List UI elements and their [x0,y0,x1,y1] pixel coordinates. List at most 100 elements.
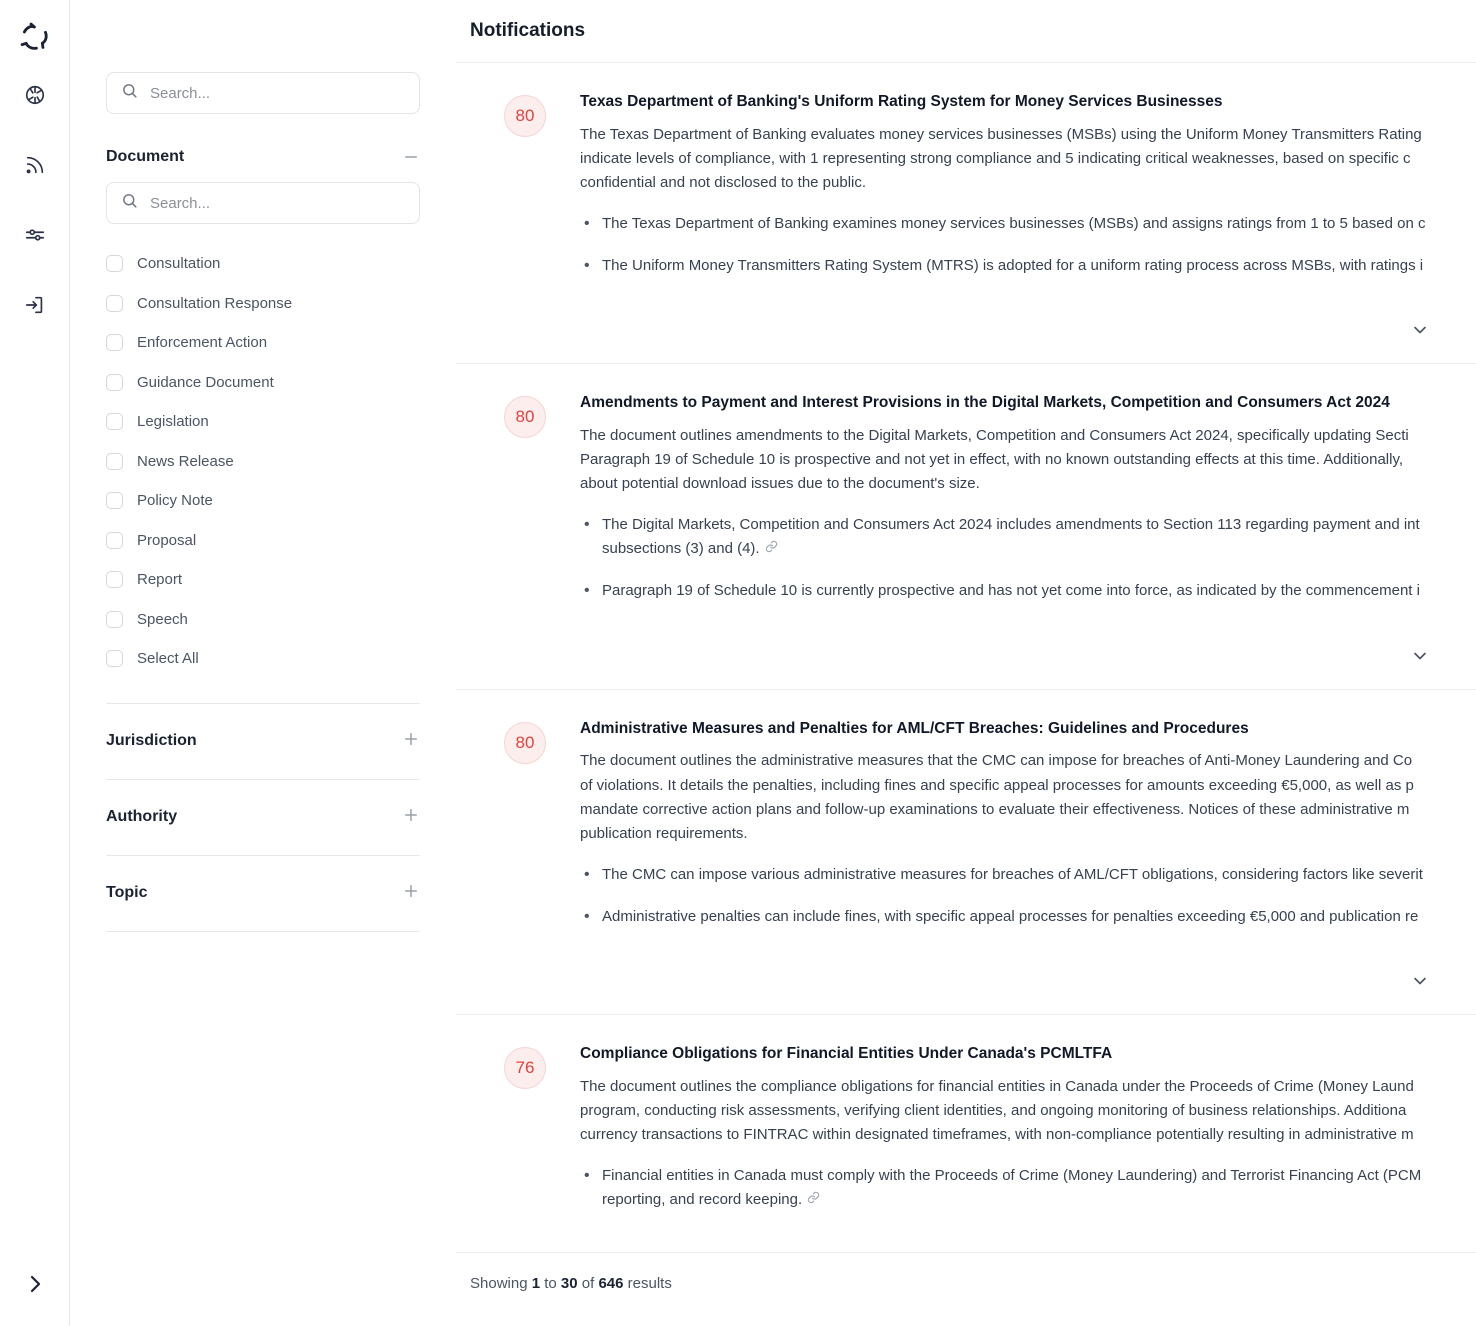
notification-summary: The Texas Department of Banking evaluate… [580,123,1476,196]
notification-body: Amendments to Payment and Interest Provi… [580,392,1476,621]
checkbox[interactable] [106,294,123,312]
notification-title[interactable]: Amendments to Payment and Interest Provi… [580,392,1476,414]
notification-bullets: Financial entities in Canada must comply… [580,1163,1476,1213]
document-option[interactable]: Proposal [106,521,420,561]
bullet-line: The CMC can impose various administrativ… [602,865,1423,883]
summary-line: Paragraph 19 of Schedule 10 is prospecti… [580,451,1404,469]
chevron-down-icon[interactable] [1410,320,1430,345]
global-search[interactable] [106,72,420,114]
summary-line: of violations. It details the penalties,… [580,776,1414,794]
document-option[interactable]: Guidance Document [106,363,420,403]
sign-in-icon[interactable] [18,288,52,322]
notification-card[interactable]: 80 Amendments to Payment and Interest Pro… [456,364,1476,643]
score-badge-container: 76 [470,1043,580,1230]
score-badge: 80 [504,396,546,439]
document-option[interactable]: Consultation Response [106,284,420,324]
document-option[interactable]: Policy Note [106,481,420,521]
document-option-label: Speech [137,610,188,628]
summary-line: The document outlines the compliance obl… [580,1077,1414,1095]
page-title: Notifications [470,20,586,41]
summary-line: indicate levels of compliance, with 1 re… [580,149,1411,167]
search-icon [121,82,138,104]
aperture-icon[interactable] [18,78,52,112]
facet-accordion-topic[interactable]: Topic [106,856,420,932]
score-badge: 80 [504,95,546,137]
checkbox[interactable] [106,610,123,628]
chevron-down-icon[interactable] [1410,646,1430,671]
summary-line: confidential and not disclosed to the pu… [580,174,867,192]
notification-card[interactable]: 80 Texas Department of Banking's Uniform … [456,63,1476,318]
bullet-item: Administrative penalties can include fin… [580,904,1476,930]
results-prefix: Showing [470,1275,532,1293]
checkbox[interactable] [106,650,123,668]
document-option-label: Consultation Response [137,294,293,312]
summary-line: The Texas Department of Banking evaluate… [580,125,1422,143]
notification-title[interactable]: Texas Department of Banking's Uniform Ra… [580,91,1476,113]
notification-summary: The document outlines the administrative… [580,749,1476,846]
document-option[interactable]: Report [106,560,420,600]
notification-card[interactable]: 80 Administrative Measures and Penalties … [456,690,1476,969]
chevron-down-icon[interactable] [1410,971,1430,996]
summary-line: publication requirements. [580,825,748,843]
document-option-label: Guidance Document [137,373,274,391]
document-facet-search[interactable] [106,182,420,224]
document-option[interactable]: Enforcement Action [106,323,420,363]
app-logo-icon[interactable] [13,14,57,58]
checkbox[interactable] [106,531,123,549]
plus-icon[interactable] [402,882,420,905]
facet-accordion-authority[interactable]: Authority [106,780,420,856]
bullet-item: The Digital Markets, Competition and Con… [580,512,1476,562]
notification-title[interactable]: Compliance Obligations for Financial Ent… [580,1043,1476,1065]
document-option[interactable]: News Release [106,442,420,482]
checkbox[interactable] [106,334,123,352]
notification-title[interactable]: Administrative Measures and Penalties fo… [580,718,1476,740]
expand-sidebar-button[interactable] [0,1272,69,1296]
document-option[interactable]: Consultation [106,244,420,284]
score-badge: 76 [504,1047,546,1090]
results-count: Showing 1 to 30 of 646 results [456,1253,1476,1292]
plus-icon[interactable] [402,806,420,829]
bullet-line: Financial entities in Canada must comply… [602,1166,1422,1184]
results-mid2: of [577,1275,599,1293]
bullet-line: The Texas Department of Banking examines… [602,214,1426,232]
checkbox[interactable] [106,452,123,470]
checkbox[interactable] [106,413,123,431]
global-search-input[interactable] [150,84,405,102]
bullet-line: Administrative penalties can include fin… [602,907,1419,925]
facet-accordion-jurisdiction[interactable]: Jurisdiction [106,704,420,780]
notification-card[interactable]: 76 Compliance Obligations for Financial E… [456,1015,1476,1252]
checkbox[interactable] [106,373,123,391]
expand-row [456,644,1476,671]
document-options-list: Consultation Consultation Response Enforce… [106,244,420,679]
summary-line: The document outlines amendments to the … [580,426,1409,444]
rss-feed-icon[interactable] [18,148,52,182]
link-icon[interactable] [765,540,778,556]
bullet-line: subsections (3) and (4). [602,540,760,558]
results-suffix: results [623,1275,672,1293]
main-header: Notifications [456,0,1476,62]
notification-summary: The document outlines amendments to the … [580,424,1476,497]
document-option-label: Policy Note [137,492,213,510]
expand-row [456,318,1476,345]
checkbox[interactable] [106,255,123,273]
document-option[interactable]: Legislation [106,402,420,442]
icon-rail [0,0,70,1326]
document-facet-header[interactable]: Document [106,148,420,182]
document-option[interactable]: Select All [106,639,420,679]
document-facet-search-input[interactable] [150,194,405,212]
checkbox[interactable] [106,492,123,510]
plus-icon[interactable] [402,730,420,753]
document-option[interactable]: Speech [106,600,420,640]
document-option-label: Consultation [137,255,221,273]
link-icon[interactable] [807,1191,820,1207]
checkbox[interactable] [106,571,123,589]
minus-icon[interactable] [402,148,420,166]
sliders-filter-icon[interactable] [18,218,52,252]
summary-line: mandate corrective action plans and foll… [580,800,1410,818]
notification-body: Texas Department of Banking's Uniform Ra… [580,91,1476,296]
facet-accordion-title: Topic [106,884,148,901]
facet-accordion-title: Authority [106,808,178,825]
results-from: 1 [531,1275,541,1293]
facet-accordion-title: Jurisdiction [106,732,197,749]
notification-bullets: The CMC can impose various administrativ… [580,862,1476,931]
